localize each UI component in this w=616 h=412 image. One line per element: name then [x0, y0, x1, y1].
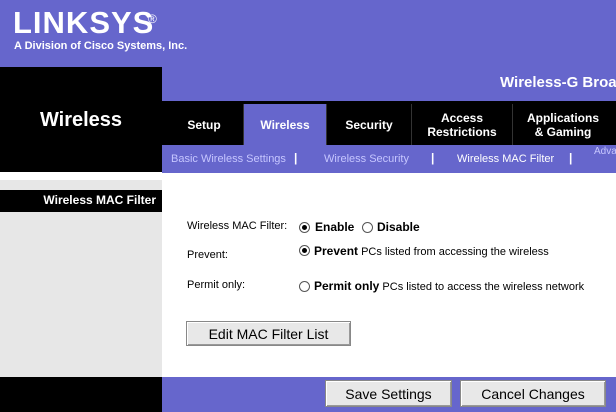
tab-access-restrictions[interactable]: Access Restrictions — [412, 104, 512, 145]
subtab-wireless-mac-filter[interactable]: Wireless MAC Filter — [457, 153, 554, 165]
disable-option-label: Disable — [377, 220, 420, 234]
tab-wireless[interactable]: Wireless — [244, 104, 326, 145]
subtab-separator: | — [569, 151, 573, 165]
prevent-label: Prevent: — [187, 249, 228, 261]
permit-bold-text: Permit only — [314, 279, 380, 293]
brand-tagline: A Division of Cisco Systems, Inc. — [14, 40, 188, 52]
tab-security[interactable]: Security — [327, 104, 411, 145]
permit-radio[interactable] — [299, 279, 310, 297]
subtab-separator: | — [431, 151, 435, 165]
section-title: Wireless — [39, 109, 123, 131]
footer-left — [0, 377, 162, 412]
radio-selected-icon[interactable] — [299, 245, 310, 256]
registered-mark: ® — [148, 12, 157, 26]
disable-text: Disable — [377, 220, 420, 234]
enable-option-label: Enable — [315, 220, 354, 234]
subtab-wireless-security[interactable]: Wireless Security — [324, 153, 409, 165]
enable-radio[interactable] — [299, 220, 310, 238]
radio-selected-icon[interactable] — [299, 222, 310, 233]
subtab-advanced-wireless[interactable]: Adva — [594, 146, 616, 157]
linksys-logo: LINKSYS — [13, 5, 155, 40]
save-settings-button[interactable]: Save Settings — [325, 380, 452, 407]
prevent-bold-text: Prevent — [314, 244, 359, 258]
enable-text: Enable — [315, 220, 355, 234]
side-section-label: Wireless MAC Filter — [43, 193, 156, 207]
radio-empty-icon[interactable] — [362, 222, 373, 233]
tab-applications-gaming[interactable]: Applications & Gaming — [513, 104, 613, 145]
edit-mac-filter-list-button[interactable]: Edit MAC Filter List — [186, 321, 351, 346]
product-name: Wireless-G Broadb — [500, 74, 616, 91]
prevent-radio[interactable] — [299, 243, 310, 261]
radio-empty-icon[interactable] — [299, 281, 310, 292]
mac-filter-label: Wireless MAC Filter: — [187, 220, 288, 232]
permit-option-label: Permit only PCs listed to access the wir… — [314, 279, 584, 293]
tab-setup[interactable]: Setup — [165, 104, 243, 145]
cancel-changes-button[interactable]: Cancel Changes — [460, 380, 606, 407]
prevent-option-label: Prevent PCs listed from accessing the wi… — [314, 244, 549, 258]
subtab-basic-wireless-settings[interactable]: Basic Wireless Settings — [171, 153, 286, 165]
permit-rest-text: PCs listed to access the wireless networ… — [379, 281, 585, 293]
prevent-rest-text: PCs listed from accessing the wireless — [358, 246, 549, 258]
subtab-separator: | — [294, 151, 298, 165]
permit-label: Permit only: — [187, 279, 246, 291]
disable-radio[interactable] — [362, 220, 373, 238]
